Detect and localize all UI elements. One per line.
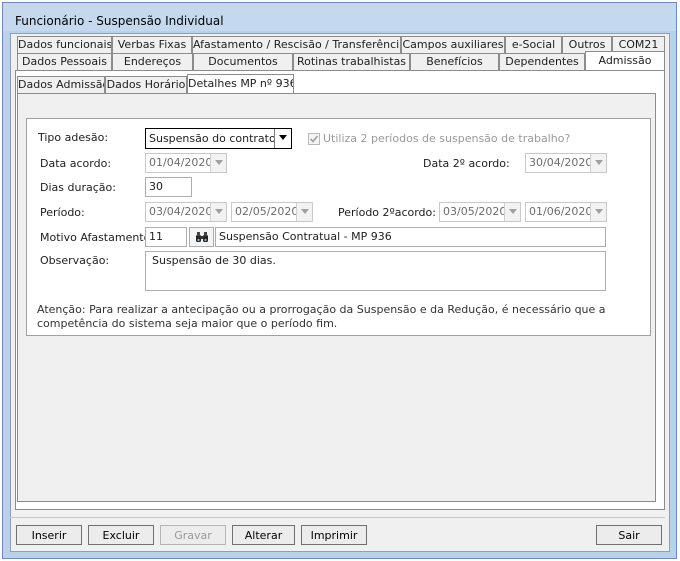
subtab-dados-horario[interactable]: Dados Horário [105, 76, 187, 93]
tipo-adesao-label: Tipo adesão: [38, 131, 109, 144]
gravar-button[interactable]: Gravar [160, 525, 226, 545]
tab-dados-funcionais[interactable]: Dados funcionais [17, 36, 112, 53]
sair-button[interactable]: Sair [596, 525, 662, 545]
tab-dados-pessoais[interactable]: Dados Pessoais [17, 53, 112, 70]
periodo2-label: Período 2ºacordo: [338, 206, 436, 219]
tab-enderecos[interactable]: Endereços [112, 53, 193, 70]
tab-dependentes[interactable]: Dependentes [499, 53, 585, 70]
data2-acordo-label: Data 2º acordo: [423, 157, 510, 170]
periodo-fim-value: 02/05/2020 [235, 205, 299, 218]
motivo-afastamento-label: Motivo Afastamento: [40, 231, 155, 244]
motivo-code-field[interactable]: 11 [145, 227, 187, 247]
periodo2-inicio-value: 03/05/2020 [443, 205, 507, 218]
title-bar: Funcionário - Suspensão Individual [3, 3, 676, 31]
chevron-down-icon[interactable] [590, 203, 606, 221]
data2-acordo-value: 30/04/2020 [529, 156, 593, 169]
utiliza-2-periodos-checkbox[interactable] [308, 133, 320, 145]
tab-afastamento[interactable]: Afastamento / Rescisão / Transferência [192, 36, 401, 53]
chevron-down-icon[interactable] [274, 129, 291, 148]
dias-duracao-field[interactable]: 30 [145, 177, 192, 197]
bottom-separator [10, 517, 665, 518]
tab-beneficios[interactable]: Benefícios [410, 53, 499, 70]
data-acordo-value: 01/04/2020 [149, 156, 213, 169]
search-motivo-button[interactable] [189, 227, 214, 247]
inserir-button[interactable]: Inserir [16, 525, 82, 545]
check-icon [309, 135, 319, 143]
periodo-fim-field[interactable]: 02/05/2020 [231, 202, 313, 222]
periodo2-inicio-field[interactable]: 03/05/2020 [439, 202, 521, 222]
subtab-detalhes-mp936[interactable]: Detalhes MP nº 936 [187, 74, 294, 93]
alterar-button[interactable]: Alterar [232, 525, 295, 545]
tab-campos-auxiliares[interactable]: Campos auxiliares [401, 36, 505, 53]
attention-note: Atenção: Para realizar a antecipação ou … [37, 303, 606, 330]
observacao-value: Suspensão de 30 dias. [152, 254, 276, 267]
motivo-description-field[interactable]: Suspensão Contratual - MP 936 [215, 227, 606, 247]
tab-rotinas-trabalhistas[interactable]: Rotinas trabalhistas [293, 53, 410, 70]
observacao-label: Observação: [40, 254, 110, 267]
imprimir-button[interactable]: Imprimir [301, 525, 367, 545]
observacao-textarea[interactable]: Suspensão de 30 dias. [145, 251, 606, 291]
data2-acordo-field[interactable]: 30/04/2020 [525, 153, 607, 173]
motivo-description-value: Suspensão Contratual - MP 936 [219, 230, 392, 243]
chevron-down-icon[interactable] [210, 154, 226, 172]
periodo-inicio-value: 03/04/2020 [149, 205, 213, 218]
utiliza-2-periodos-label: Utiliza 2 períodos de suspensão de traba… [323, 132, 571, 145]
tipo-adesao-select[interactable]: Suspensão do contrato [145, 128, 292, 149]
dias-duracao-label: Dias duração: [40, 181, 116, 194]
window-title: Funcionário - Suspensão Individual [15, 14, 224, 28]
dias-duracao-value: 30 [149, 180, 163, 193]
chevron-down-icon[interactable] [590, 154, 606, 172]
data-acordo-label: Data acordo: [40, 157, 112, 170]
data-acordo-field[interactable]: 01/04/2020 [145, 153, 227, 173]
tab-documentos[interactable]: Documentos [193, 53, 293, 70]
periodo-label: Período: [40, 206, 85, 219]
chevron-down-icon[interactable] [210, 203, 226, 221]
motivo-code-value: 11 [149, 230, 163, 243]
tab-esocial[interactable]: e-Social [505, 36, 562, 53]
tipo-adesao-value: Suspensão do contrato [149, 132, 276, 145]
periodo2-fim-field[interactable]: 01/06/2020 [525, 202, 607, 222]
tab-verbas-fixas[interactable]: Verbas Fixas [112, 36, 192, 53]
subtab-dados-admissao[interactable]: Dados Admissão [17, 76, 105, 93]
periodo-inicio-field[interactable]: 03/04/2020 [145, 202, 227, 222]
tab-admissao[interactable]: Admissão [585, 51, 665, 70]
excluir-button[interactable]: Excluir [88, 525, 154, 545]
binoculars-icon [196, 232, 208, 242]
chevron-down-icon[interactable] [296, 203, 312, 221]
periodo2-fim-value: 01/06/2020 [529, 205, 593, 218]
chevron-down-icon[interactable] [504, 203, 520, 221]
